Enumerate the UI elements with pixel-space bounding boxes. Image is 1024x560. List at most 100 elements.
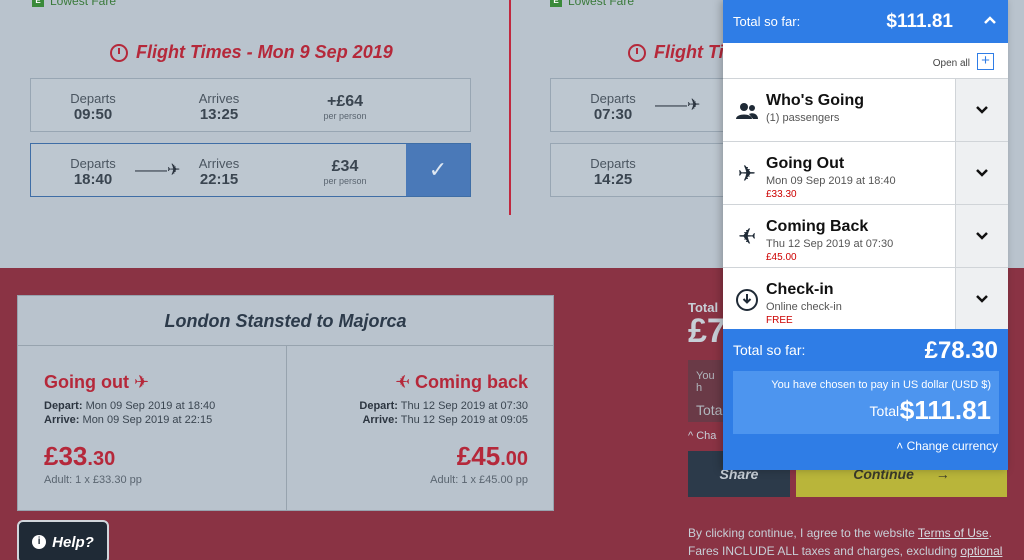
departs-time: 07:30: [593, 106, 633, 123]
arrive-datetime: Mon 09 Sep 2019 at 22:15: [82, 414, 213, 426]
arrive-label: Arrive:: [44, 414, 80, 426]
return-flight-option-row[interactable]: Departs 14:25: [550, 143, 725, 197]
leg-price: £45.00: [313, 441, 528, 472]
lowest-fare-legend-left: E Lowest Fare: [32, 0, 116, 8]
arrive-label: Arrive:: [362, 414, 398, 426]
chevron-down-icon: [976, 232, 988, 240]
currency-total-label: Total:: [869, 403, 903, 419]
chevron-down-icon: [976, 295, 988, 303]
departs-label: Departs: [70, 91, 116, 106]
booking-summary-card: London Stansted to Majorca Going out ✈ D…: [17, 295, 554, 511]
arrives-label: Arrives: [198, 91, 240, 106]
depart-label: Depart:: [359, 400, 398, 412]
leg-price: £33.30: [44, 441, 260, 472]
flight-option-row[interactable]: Departs 09:50 Arrives 13:25 +£64 per per…: [30, 78, 471, 132]
route-title: London Stansted to Majorca: [18, 296, 553, 346]
section-title: Going Out: [766, 155, 845, 172]
departs-time: 18:40: [73, 171, 113, 188]
adult-fare: Adult: 1 x £45.00 pp: [430, 474, 528, 486]
currency-text-obscured: You h: [696, 370, 715, 394]
lowest-fare-legend-right: E Lowest Fare: [550, 0, 634, 8]
departs-label: Departs: [590, 91, 636, 106]
section-subtitle: (1) passengers: [766, 112, 840, 124]
open-all-row: Open all +: [723, 43, 1008, 78]
open-all-label[interactable]: Open all: [933, 58, 970, 69]
section-subtitle: Online check-in: [766, 301, 842, 313]
check-in-icon: [736, 289, 758, 311]
total-amount-obscured: £7: [688, 312, 726, 350]
per-person-label: per person: [323, 111, 367, 121]
people-icon: [736, 103, 758, 119]
plane-icon: ✈: [134, 372, 150, 392]
lowest-fare-label: Lowest Fare: [568, 0, 635, 8]
section-toggle[interactable]: [955, 205, 1008, 267]
section-toggle[interactable]: [955, 268, 1008, 329]
leg-price-decimals: .00: [500, 448, 528, 470]
arrives-time: 22:15: [199, 171, 239, 188]
section-toggle[interactable]: [955, 79, 1008, 141]
plane-icon: ✈: [737, 161, 757, 186]
leg-price-main: £45: [456, 441, 501, 471]
section-title: Who's Going: [766, 92, 865, 109]
footer-total-amount: £78.30: [924, 337, 998, 364]
terms-of-use-link[interactable]: Terms of Use: [918, 526, 989, 540]
section-title: Coming Back: [766, 218, 869, 235]
leg-price-main: £33: [44, 441, 88, 471]
change-currency-label: Change currency: [906, 439, 998, 453]
section-subtitle: Mon 09 Sep 2019 at 18:40: [766, 175, 896, 187]
currency-total-amount: $111.81: [899, 395, 991, 425]
footer-total-label: Total so far:: [733, 342, 806, 358]
lowest-fare-badge: E: [550, 0, 562, 7]
selected-check-icon[interactable]: ✓: [406, 144, 470, 196]
departs-label: Departs: [70, 156, 116, 171]
section-whos-going[interactable]: Who's Going (1) passengers: [723, 78, 1008, 141]
basket-header-amount: $111.81: [886, 10, 953, 32]
basket-header-label: Total so far:: [733, 14, 801, 29]
fare-price: £34: [331, 158, 359, 175]
terms-text: By clicking continue, I agree to the web…: [688, 524, 1008, 560]
flight-option-row-selected[interactable]: Departs 18:40 ——✈ Arrives 22:15 £34 per …: [30, 143, 471, 197]
lowest-fare-label: Lowest Fare: [50, 0, 117, 8]
basket-footer: Total so far: £78.30 You have chosen to …: [723, 329, 1008, 470]
plane-icon: ——✈: [135, 162, 181, 179]
arrives-label: Arrives: [198, 156, 240, 171]
chevron-down-icon: [976, 106, 988, 114]
section-toggle[interactable]: [955, 142, 1008, 204]
terms-pre: By clicking continue, I agree to the web…: [688, 526, 918, 540]
section-check-in[interactable]: Check-in Online check-in FREE: [723, 267, 1008, 329]
currency-message: You have chosen to pay in US dollar (USD…: [771, 379, 991, 391]
currency-box-obscured: You h Tota: [688, 360, 728, 422]
coming-back-leg: ✈ Coming back Depart: Thu 12 Sep 2019 at…: [286, 346, 554, 511]
return-flight-option-row[interactable]: Departs 07:30 ——✈: [550, 78, 725, 132]
plane-icon: ✈: [737, 224, 757, 249]
adult-fare: Adult: 1 x £33.30 pp: [44, 474, 142, 486]
change-currency-obscured[interactable]: ^ Cha: [688, 430, 716, 442]
currency-box: You have chosen to pay in US dollar (USD…: [733, 371, 999, 434]
currency-total-obscured: Tota: [696, 402, 723, 418]
change-currency-link[interactable]: ˄ Change currency: [896, 439, 998, 453]
clock-icon: [110, 43, 128, 62]
going-out-leg: Going out ✈ Depart: Mon 09 Sep 2019 at 1…: [18, 346, 286, 511]
info-icon: i: [32, 535, 47, 549]
column-divider: [509, 0, 511, 215]
coming-back-title: Coming back: [414, 372, 528, 392]
section-subtitle: Thu 12 Sep 2019 at 07:30: [766, 238, 894, 250]
departs-time: 14:25: [593, 171, 633, 188]
section-coming-back[interactable]: ✈ Coming Back Thu 12 Sep 2019 at 07:30 £…: [723, 204, 1008, 267]
expand-all-icon[interactable]: +: [977, 53, 994, 70]
depart-label: Depart:: [44, 400, 83, 412]
help-label: Help?: [52, 533, 94, 551]
per-person-label: per person: [323, 176, 367, 186]
arrives-time: 13:25: [199, 106, 239, 123]
depart-datetime: Thu 12 Sep 2019 at 07:30: [400, 400, 528, 412]
section-price: £45.00: [766, 252, 797, 263]
section-going-out[interactable]: ✈ Going Out Mon 09 Sep 2019 at 18:40 £33…: [723, 141, 1008, 204]
lowest-fare-badge: E: [32, 0, 44, 7]
basket-header[interactable]: Total so far: $111.81: [723, 0, 1008, 43]
help-button[interactable]: i Help?: [17, 520, 109, 560]
section-price: FREE: [766, 315, 793, 326]
chevron-up-icon[interactable]: [982, 12, 998, 28]
fare-price: +£64: [326, 93, 364, 110]
plane-icon: ——✈: [655, 97, 701, 114]
clock-icon: [628, 43, 646, 62]
